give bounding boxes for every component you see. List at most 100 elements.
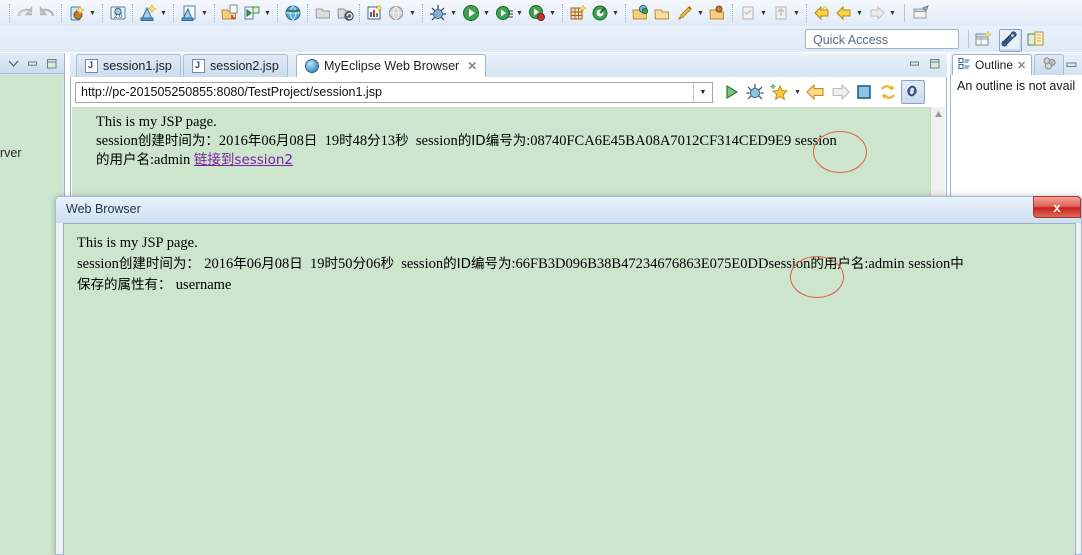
toolbar-button-import[interactable] xyxy=(219,1,241,25)
left-view-label-clipped: rver xyxy=(0,146,22,160)
stop-icon[interactable] xyxy=(853,81,875,103)
toolbar-button-back[interactable]: ▼ xyxy=(833,1,866,25)
hierarchy-icon xyxy=(1042,57,1057,73)
run-external-icon xyxy=(527,3,547,23)
browser-page-text: This is my JSP page. session创建时间为：2016年0… xyxy=(96,113,926,170)
jsp-file-icon xyxy=(192,59,205,73)
editor-tab-myeclipse-web-browser[interactable]: MyEclipse Web Browser ✕ xyxy=(296,54,487,77)
editor-tab-session2[interactable]: session2.jsp xyxy=(183,54,288,77)
page-line-1: This is my JSP page. xyxy=(96,114,217,130)
toolbar-button-new-wizard[interactable]: ▼ xyxy=(137,1,170,25)
toolbar-separator xyxy=(277,4,279,22)
favorites-icon[interactable] xyxy=(768,81,790,103)
toolbar-button-export[interactable]: ▼ xyxy=(241,1,274,25)
target-icon xyxy=(590,3,610,23)
refresh-icon[interactable] xyxy=(877,81,899,103)
close-icon[interactable]: ✕ xyxy=(467,59,477,73)
left-view-body[interactable]: rver xyxy=(0,75,63,555)
toolbar-button-run-history[interactable]: ▼ xyxy=(493,1,526,25)
toolbar-button-pencil[interactable]: ▼ xyxy=(674,1,707,25)
toolbar-button-web-browser[interactable]: ▼ xyxy=(386,1,419,25)
favorites-dropdown-icon[interactable]: ▼ xyxy=(792,82,803,102)
toolbar-button-html5[interactable]: 2.0 xyxy=(107,1,129,25)
toolbar-button-back-yellow[interactable] xyxy=(811,1,833,25)
maximize-icon[interactable] xyxy=(928,57,941,70)
toolbar-button-deploy[interactable] xyxy=(282,1,304,25)
close-button[interactable]: x xyxy=(1033,196,1081,218)
editor-view-buttons xyxy=(908,57,941,70)
toolbar-button-redo[interactable] xyxy=(36,1,58,25)
chevron-down-icon[interactable]: ▼ xyxy=(199,3,210,23)
toolbar-button-undo[interactable] xyxy=(14,1,36,25)
outline-tabbar: Outline ✕ xyxy=(950,53,1082,76)
chevron-down-icon[interactable]: ▼ xyxy=(791,3,802,23)
new-table-icon xyxy=(568,3,588,23)
chevron-down-icon[interactable]: ▼ xyxy=(758,3,769,23)
minimize-icon[interactable] xyxy=(908,57,921,70)
debug-icon[interactable] xyxy=(744,81,766,103)
open-folder-icon xyxy=(313,3,333,23)
maximize-icon[interactable] xyxy=(45,57,58,70)
chevron-down-icon[interactable]: ▼ xyxy=(693,82,712,102)
chevron-down-icon[interactable]: ▼ xyxy=(514,3,525,23)
toolbar-button-apply-patch[interactable]: ▼ xyxy=(737,1,770,25)
toolbar-button-report[interactable] xyxy=(364,1,386,25)
tab-hierarchy[interactable] xyxy=(1034,54,1064,75)
toolbar-button-debug[interactable]: ▼ xyxy=(427,1,460,25)
outline-icon xyxy=(958,57,971,73)
minimize-icon[interactable] xyxy=(1066,59,1078,69)
dialog-page: This is my JSP page. session创建时间为： 2016年… xyxy=(63,223,1076,555)
run-icon[interactable] xyxy=(720,81,742,103)
close-icon[interactable]: ✕ xyxy=(1017,59,1026,72)
chevron-down-icon[interactable]: ▼ xyxy=(610,3,621,23)
scroll-up-arrow-icon[interactable] xyxy=(931,107,945,121)
toolbar-button-open-type[interactable] xyxy=(630,1,652,25)
toolbar-button-new-table[interactable] xyxy=(567,1,589,25)
toolbar-button-up-nav[interactable]: ▼ xyxy=(770,1,803,25)
browser-url-row: http://pc-201505250855:8080/TestProject/… xyxy=(71,77,946,107)
chevron-down-icon[interactable]: ▼ xyxy=(262,3,273,23)
toolbar-button-target[interactable]: ▼ xyxy=(589,1,622,25)
toolbar-button-run[interactable]: ▼ xyxy=(460,1,493,25)
java-ee-perspective-button[interactable] xyxy=(1025,29,1046,50)
toolbar-button-open-folder2[interactable] xyxy=(652,1,674,25)
link-to-session2[interactable]: 链接到session2 xyxy=(194,152,293,168)
back-icon xyxy=(834,3,854,23)
quick-access-input[interactable]: Quick Access xyxy=(805,29,959,49)
chevron-down-icon[interactable]: ▼ xyxy=(407,3,418,23)
toolbar-button-open-folder[interactable] xyxy=(312,1,334,25)
back-icon[interactable] xyxy=(805,81,827,103)
toolbar-button-refresh-deploy[interactable] xyxy=(334,1,356,25)
chevron-down-icon[interactable]: ▼ xyxy=(448,3,459,23)
chevron-down-icon[interactable]: ▼ xyxy=(854,3,865,23)
url-input[interactable]: http://pc-201505250855:8080/TestProject/… xyxy=(75,81,713,103)
dialog-titlebar[interactable]: Web Browser x xyxy=(56,196,1081,223)
toolbar-button-forward[interactable]: ▼ xyxy=(866,1,899,25)
chevron-down-icon[interactable]: ▼ xyxy=(695,3,706,23)
tab-outline[interactable]: Outline ✕ xyxy=(952,54,1033,75)
session-id-value-1: :08740FCA6E45BA08A7012CF314CED9E9 xyxy=(526,133,792,149)
chevron-down-icon[interactable]: ▼ xyxy=(547,3,558,23)
view-menu-icon[interactable] xyxy=(7,57,20,70)
dialog-page-text: This is my JSP page. session创建时间为： 2016年… xyxy=(77,233,1067,296)
editor-tabbar: session1.jsp session2.jsp MyEclipse Web … xyxy=(70,53,947,78)
up-nav-icon xyxy=(771,3,791,23)
toolbar-button-run-external[interactable]: ▼ xyxy=(526,1,559,25)
editor-tab-session1[interactable]: session1.jsp xyxy=(76,54,181,77)
editor-tab-label: session2.jsp xyxy=(210,59,279,73)
editor-tab-label: MyEclipse Web Browser xyxy=(324,59,460,73)
chevron-down-icon[interactable]: ▼ xyxy=(481,3,492,23)
chevron-down-icon[interactable]: ▼ xyxy=(87,3,98,23)
toolbar-button-open-resource[interactable] xyxy=(707,1,729,25)
minimize-icon[interactable] xyxy=(26,57,39,70)
toolbar-button-new-wizard-alt[interactable]: ▼ xyxy=(178,1,211,25)
toolbar-button-new-bean[interactable]: ▼ xyxy=(66,1,99,25)
toolbar-button-pin-editor[interactable] xyxy=(910,1,932,25)
link-icon[interactable] xyxy=(901,80,925,104)
chevron-down-icon[interactable]: ▼ xyxy=(887,3,898,23)
html5-icon: 2.0 xyxy=(108,3,128,23)
myeclipse-perspective-button[interactable] xyxy=(999,29,1022,52)
toolbar-separator xyxy=(625,4,627,22)
open-perspective-button[interactable] xyxy=(973,29,994,50)
chevron-down-icon[interactable]: ▼ xyxy=(158,3,169,23)
